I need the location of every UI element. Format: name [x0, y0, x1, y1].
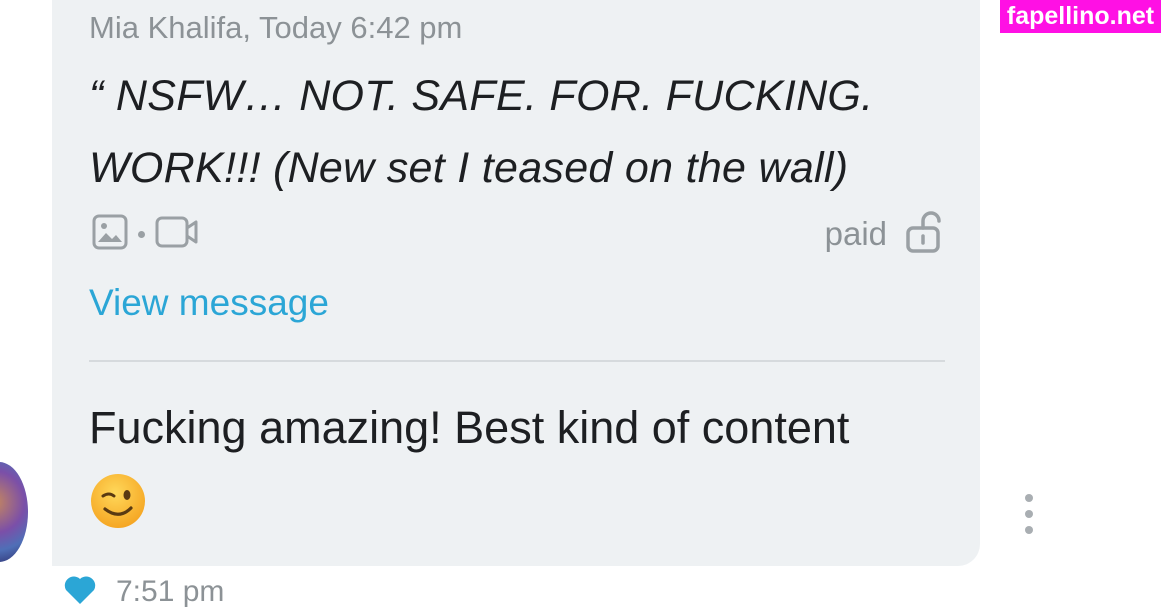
watermark: fapellino.net	[1000, 0, 1161, 33]
paid-label: paid	[824, 215, 887, 252]
more-dot	[1025, 494, 1033, 502]
quoted-message-text: “ NSFW… NOT. SAFE. FOR. FUCKING. WORK!!!…	[89, 72, 874, 192]
message-footer: 7:51 pm	[62, 575, 225, 608]
view-message-link[interactable]: View message	[89, 282, 329, 324]
reply-message-text: Fucking amazing! Best kind of content	[89, 402, 850, 453]
more-dot	[1025, 526, 1033, 534]
quote-divider	[89, 360, 945, 362]
quoted-media-types	[92, 214, 199, 254]
paid-indicator: paid	[824, 210, 945, 259]
heart-icon[interactable]	[62, 574, 98, 611]
sender-avatar[interactable]	[0, 462, 28, 562]
winking-face-emoji	[89, 472, 147, 535]
separator-dot	[138, 230, 145, 238]
quoted-author-time: Mia Khalifa, Today 6:42 pm	[89, 10, 463, 45]
image-icon	[92, 214, 128, 255]
message-time: 7:51 pm	[116, 575, 225, 608]
unlock-icon	[905, 210, 945, 259]
more-dot	[1025, 510, 1033, 518]
more-options-button[interactable]	[1016, 494, 1042, 534]
video-icon	[155, 214, 199, 255]
